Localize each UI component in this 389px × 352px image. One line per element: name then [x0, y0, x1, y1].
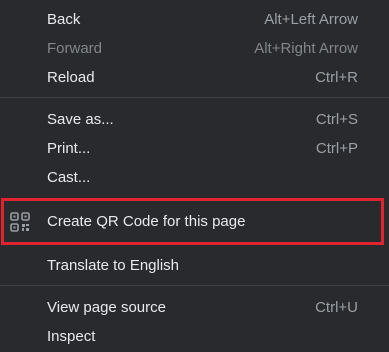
menu-item-label: Inspect [47, 328, 96, 345]
menu-item-shortcut: Ctrl+R [315, 69, 358, 86]
menu-item-save-as[interactable]: Save as... Ctrl+S [0, 105, 389, 134]
menu-item-label: Create QR Code for this page [47, 213, 246, 230]
menu-item-shortcut: Alt+Right Arrow [254, 40, 358, 57]
menu-separator [0, 285, 389, 286]
menu-item-cast[interactable]: Cast... [0, 163, 389, 192]
menu-item-label: Reload [47, 69, 95, 86]
menu-item-label: Save as... [47, 111, 114, 128]
menu-item-label: Print... [47, 140, 91, 157]
menu-item-inspect[interactable]: Inspect [0, 322, 389, 351]
menu-item-translate[interactable]: Translate to English [0, 251, 389, 280]
context-menu: Back Alt+Left Arrow Forward Alt+Right Ar… [0, 0, 389, 352]
menu-item-label: View page source [47, 299, 166, 316]
menu-item-label: Back [47, 11, 81, 28]
menu-item-print[interactable]: Print... Ctrl+P [0, 134, 389, 163]
qr-code-icon [10, 211, 30, 232]
menu-item-shortcut: Ctrl+U [315, 299, 358, 316]
menu-item-shortcut: Ctrl+S [315, 111, 358, 128]
menu-item-forward[interactable]: Forward Alt+Right Arrow [0, 34, 389, 63]
menu-separator [0, 97, 389, 98]
menu-item-back[interactable]: Back Alt+Left Arrow [0, 5, 389, 34]
menu-item-label: Forward [47, 40, 103, 57]
menu-item-view-page-source[interactable]: View page source Ctrl+U [0, 293, 389, 322]
menu-item-shortcut: Ctrl+P [315, 140, 358, 157]
menu-item-reload[interactable]: Reload Ctrl+R [0, 63, 389, 92]
menu-item-shortcut: Alt+Left Arrow [264, 11, 358, 28]
menu-item-create-qr-code[interactable]: Create QR Code for this page [0, 207, 389, 236]
menu-item-label: Cast... [47, 169, 91, 186]
menu-item-label: Translate to English [47, 257, 180, 274]
